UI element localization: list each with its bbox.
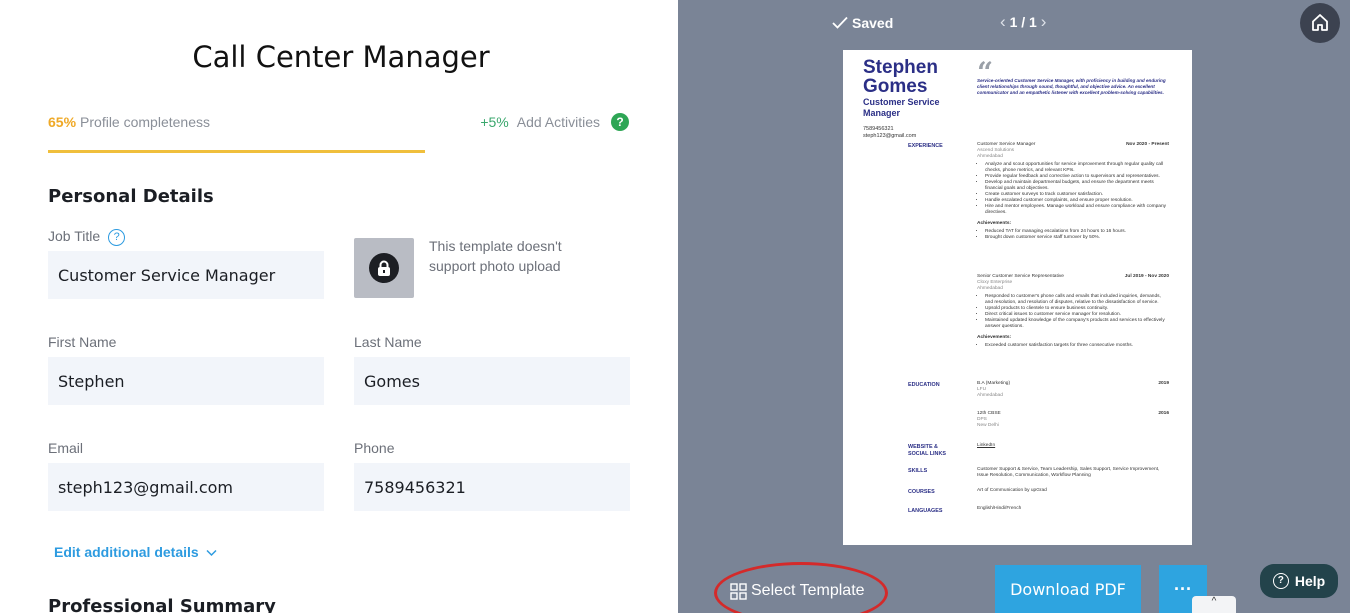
help-button[interactable]: ? Help xyxy=(1260,564,1338,598)
add-activities-hint[interactable]: +5% Add Activities xyxy=(480,114,600,130)
edit-additional-details-link[interactable]: Edit additional details xyxy=(54,544,217,560)
select-template-button[interactable]: Select Template xyxy=(730,582,865,600)
first-name-label: First Name xyxy=(48,334,117,350)
list-item: Hire and mentor employees. Manage worklo… xyxy=(985,204,1169,216)
job-title-input[interactable]: Customer Service Manager xyxy=(48,251,324,299)
resume-phone: 7589456321 xyxy=(863,126,894,132)
chevron-left-icon[interactable]: ‹ xyxy=(1000,12,1006,31)
saved-label: Saved xyxy=(852,15,894,31)
resume-courses-label: COURSES xyxy=(908,489,935,495)
help-label: Help xyxy=(1294,573,1326,589)
page-indicator: ‹ 1 / 1 › xyxy=(1000,12,1046,32)
photo-note: This template doesn't support photo uplo… xyxy=(429,238,562,274)
resume-experience-label: EXPERIENCE xyxy=(908,143,943,149)
job-title-label-text: Job Title xyxy=(48,228,101,244)
email-label: Email xyxy=(48,440,84,456)
job-2-achievements: Exceeded customer satisfaction targets f… xyxy=(977,343,1169,349)
grid-icon xyxy=(730,582,747,600)
page-number: 1 / 1 xyxy=(1009,14,1037,30)
list-item: Exceeded customer satisfaction targets f… xyxy=(985,343,1169,349)
job-1-city: Ahmedabad xyxy=(977,154,1003,159)
completeness-percent: 65% xyxy=(48,114,77,130)
job-1-bullets: Analyze and scout opportunities for serv… xyxy=(977,162,1169,216)
list-item: Brought down customer service staff turn… xyxy=(985,235,1169,241)
resume-courses: Art of Communication by upGrad xyxy=(977,488,1047,493)
phone-input[interactable]: 7589456321 xyxy=(354,463,630,511)
job-2-achievements-label: Achievements: xyxy=(977,335,1012,340)
resume-skills-label: SKILLS xyxy=(908,468,928,474)
add-activities-label: Add Activities xyxy=(516,114,600,130)
resume-name: Stephen Gomes xyxy=(863,58,963,96)
resume-summary: Service-oriented Customer Service Manage… xyxy=(977,78,1166,95)
list-item: Maintained updated knowledge of the comp… xyxy=(985,318,1169,330)
professional-summary-title: Professional Summary xyxy=(48,596,276,613)
job-2-city: Ahmedabad xyxy=(977,286,1003,291)
resume-skills: Customer Support & Service, Team Leaders… xyxy=(977,467,1160,478)
resume-job-1: Customer Service Manager Nov 2020 - Prese… xyxy=(977,142,1169,241)
download-pdf-button[interactable]: Download PDF xyxy=(995,565,1141,613)
last-name-input[interactable]: Gomes xyxy=(354,357,630,405)
photo-upload-disabled xyxy=(354,238,414,298)
job-2-bullets: Responded to customer's phone calls and … xyxy=(977,294,1169,330)
editor-panel: Call Center Manager 65% Profile completen… xyxy=(0,0,678,613)
resume-role: Customer Service Manager xyxy=(863,97,940,118)
chevron-down-icon xyxy=(206,549,217,557)
completeness-progress-fill xyxy=(48,150,425,153)
first-name-input[interactable]: Stephen xyxy=(48,357,324,405)
job-1-achievements-label: Achievements: xyxy=(977,221,1012,226)
personal-details-title: Personal Details xyxy=(48,186,214,207)
preview-panel: Saved ‹ 1 / 1 › Stephen Gomes Customer S… xyxy=(678,0,1350,613)
resume-website: LinkedIn xyxy=(977,443,1169,449)
lock-icon xyxy=(369,253,399,283)
edu-2-city: New Delhi xyxy=(977,423,999,428)
resume-contact: 7589456321 steph123@gmail.com xyxy=(863,126,916,140)
resume-edu-2: 12th CBSE 2016 DPS New Delhi xyxy=(977,411,1169,429)
select-template-label: Select Template xyxy=(751,582,865,599)
job-title-label: Job Title? xyxy=(48,228,126,246)
question-icon: ? xyxy=(1272,573,1289,589)
check-icon xyxy=(832,16,848,29)
saved-status: Saved xyxy=(832,15,893,31)
resume-languages: English/Hindi/French xyxy=(977,506,1022,511)
job-1-achievements: Reduced TAT for managing escalations fro… xyxy=(977,229,1169,241)
resume-email: steph123@gmail.com xyxy=(863,133,917,139)
job-2-date: Jul 2019 - Nov 2020 xyxy=(1124,274,1169,279)
completeness-label: Profile completeness xyxy=(80,114,210,130)
home-button[interactable] xyxy=(1300,3,1340,43)
resume-website-label: WEBSITE & SOCIAL LINKS xyxy=(908,444,946,457)
resume-first-name: Stephen xyxy=(863,57,938,78)
last-name-label: Last Name xyxy=(354,334,422,350)
edu-2-year: 2016 xyxy=(1158,411,1169,416)
list-item: Responded to customer's phone calls and … xyxy=(985,294,1169,306)
resume-edu-1: B.A (Marketing) 2019 LFU Ahmedabad xyxy=(977,381,1169,399)
job-1-date: Nov 2020 - Present xyxy=(1126,142,1169,147)
email-input[interactable]: steph123@gmail.com xyxy=(48,463,324,511)
edu-1-city: Ahmedabad xyxy=(977,393,1003,398)
resume-education-label: EDUCATION xyxy=(908,382,940,388)
chevron-up-icon[interactable]: ^ xyxy=(1192,596,1236,613)
profile-completeness: 65% Profile completeness xyxy=(48,114,210,130)
question-icon[interactable]: ? xyxy=(611,113,629,131)
list-item: Analyze and scout opportunities for serv… xyxy=(985,162,1169,174)
resume-preview[interactable]: Stephen Gomes Customer Service Manager 7… xyxy=(843,50,1192,545)
question-icon[interactable]: ? xyxy=(108,228,126,246)
website-link: LinkedIn xyxy=(977,443,996,448)
home-icon xyxy=(1312,14,1328,31)
phone-label: Phone xyxy=(354,440,395,456)
edu-1-year: 2019 xyxy=(1158,381,1169,386)
edit-additional-label: Edit additional details xyxy=(54,544,199,560)
list-item: Develop and maintain departmental budget… xyxy=(985,180,1169,192)
completeness-progress-bar xyxy=(48,150,628,153)
resume-job-2: Senior Customer Service Representative Ju… xyxy=(977,274,1169,349)
chevron-right-icon[interactable]: › xyxy=(1041,12,1047,31)
resume-last-name: Gomes xyxy=(863,76,928,97)
resume-languages-label: LANGUAGES xyxy=(908,508,943,514)
document-title[interactable]: Call Center Manager xyxy=(0,40,678,74)
boost-value: +5% xyxy=(480,114,509,130)
